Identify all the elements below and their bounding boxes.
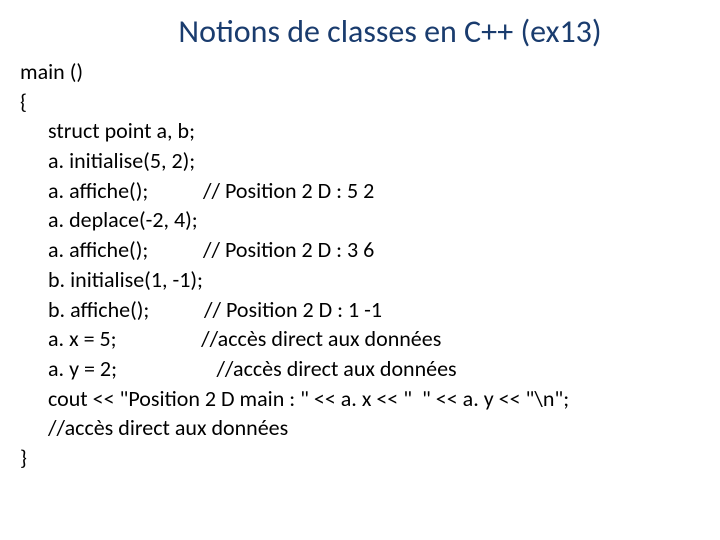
code-line: a. affiche(); // Position 2 D : 5 2 bbox=[20, 176, 700, 206]
code-line: main () bbox=[20, 57, 700, 87]
code-line: a. deplace(-2, 4); bbox=[20, 205, 700, 235]
code-line: a. y = 2; //accès direct aux données bbox=[20, 354, 700, 384]
code-line: cout << "Position 2 D main : " << a. x <… bbox=[20, 384, 700, 414]
code-line: b. affiche(); // Position 2 D : 1 -1 bbox=[20, 295, 700, 325]
code-block: main () { struct point a, b; a. initiali… bbox=[20, 57, 700, 473]
code-line: { bbox=[20, 87, 700, 117]
code-line: a. x = 5; //accès direct aux données bbox=[20, 324, 700, 354]
slide-container: Notions de classes en C++ (ex13) main ()… bbox=[0, 0, 720, 540]
code-line: a. initialise(5, 2); bbox=[20, 146, 700, 176]
code-line: } bbox=[20, 443, 700, 473]
code-line: b. initialise(1, -1); bbox=[20, 265, 700, 295]
slide-title: Notions de classes en C++ (ex13) bbox=[80, 12, 700, 51]
code-line: struct point a, b; bbox=[20, 116, 700, 146]
code-line: a. affiche(); // Position 2 D : 3 6 bbox=[20, 235, 700, 265]
code-line: //accès direct aux données bbox=[20, 413, 700, 443]
